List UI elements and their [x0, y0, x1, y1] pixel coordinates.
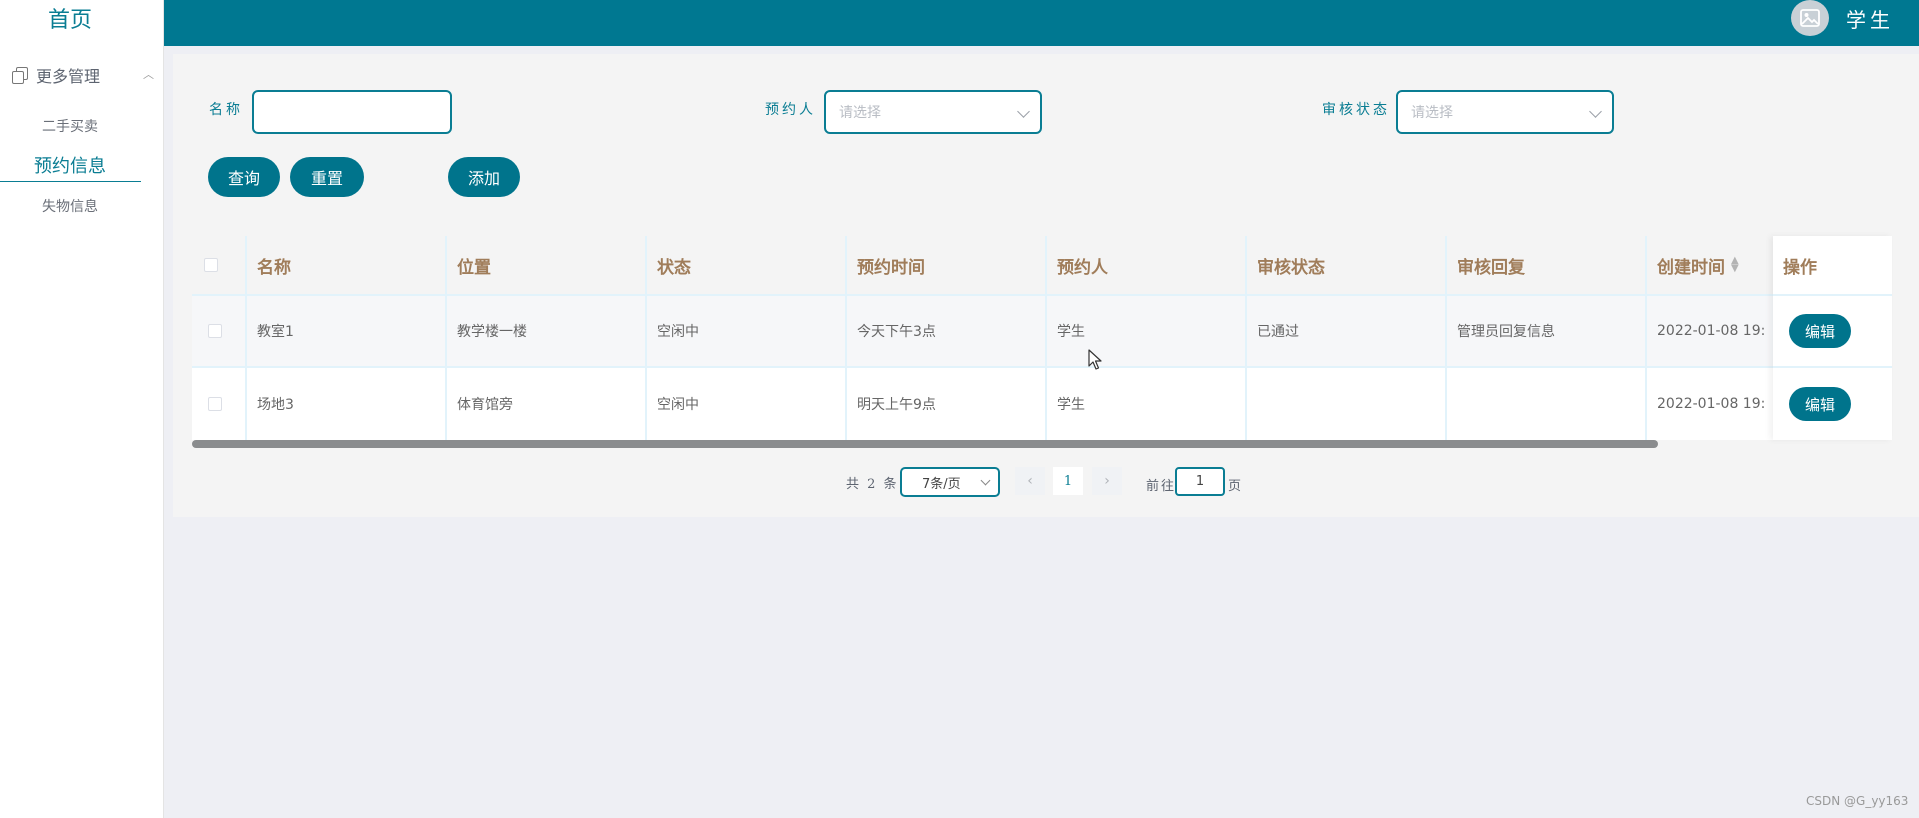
reserver-placeholder: 请选择	[839, 105, 881, 121]
active-indicator	[0, 181, 141, 182]
edit-button[interactable]: 编辑	[1789, 387, 1851, 421]
page-number[interactable]: 1	[1053, 467, 1083, 495]
next-page-button[interactable]: ›	[1092, 467, 1122, 495]
watermark: CSDN @G_yy163	[1806, 794, 1909, 808]
row-checkbox[interactable]	[208, 397, 222, 411]
column-header: 名称	[247, 236, 447, 294]
name-label: 名称	[209, 102, 243, 118]
sidebar: 首页 更多管理 ︿ 二手买卖 预约信息 失物信息	[0, 0, 164, 818]
sidebar-item-reservations[interactable]: 预约信息	[0, 152, 140, 178]
audit-status-select[interactable]: 请选择	[1396, 90, 1614, 134]
cell-name: 场地3	[247, 368, 447, 440]
column-header: 操作	[1773, 236, 1892, 296]
page-size-value: 7条/页	[922, 476, 961, 492]
operation-column: 操作 编辑 编辑	[1773, 236, 1892, 440]
column-header: 审核状态	[1247, 236, 1447, 294]
prev-page-button[interactable]: ‹	[1015, 467, 1045, 495]
column-header: 预约时间	[847, 236, 1047, 294]
table-header: 名称 位置 状态 预约时间 预约人 审核状态 审核回复 创建时间 ▲ ▼	[192, 236, 1892, 296]
sort-icon[interactable]: ▲ ▼	[1731, 256, 1739, 274]
table-row: 教室1 教学楼一楼 空闲中 今天下午3点 学生 已通过 管理员回复信息 2022…	[192, 296, 1892, 368]
copy-icon	[12, 67, 28, 84]
cell-reserver: 学生	[1047, 296, 1247, 366]
mouse-cursor-icon	[1088, 349, 1102, 370]
total-count: 共 2 条	[846, 477, 899, 492]
home-link[interactable]: 首页	[0, 2, 140, 34]
cell-state: 空闲中	[647, 368, 847, 440]
name-input[interactable]	[252, 90, 452, 134]
top-bar	[164, 0, 1919, 46]
menu-group-label: 更多管理	[36, 67, 101, 86]
row-check-cell	[192, 296, 247, 366]
column-header: 状态	[647, 236, 847, 294]
column-header: 预约人	[1047, 236, 1247, 294]
image-icon	[1800, 9, 1820, 27]
goto-page-input[interactable]: 1	[1175, 467, 1225, 496]
cell-audit	[1247, 368, 1447, 440]
chevron-up-icon: ︿	[143, 68, 154, 81]
page-suffix: 页	[1228, 479, 1244, 494]
reset-button[interactable]: 重置	[290, 157, 364, 197]
cell-time: 明天上午9点	[847, 368, 1047, 440]
cell-location: 体育馆旁	[447, 368, 647, 440]
chevron-down-icon	[1589, 105, 1602, 118]
cell-reserver: 学生	[1047, 368, 1247, 440]
chevron-down-icon	[1017, 105, 1030, 118]
column-header-label: 创建时间	[1657, 257, 1725, 278]
select-all-checkbox[interactable]	[204, 258, 218, 272]
user-name[interactable]: 学生	[1846, 4, 1894, 33]
reserver-select[interactable]: 请选择	[824, 90, 1042, 134]
add-button[interactable]: 添加	[448, 157, 520, 197]
cell-reply: 管理员回复信息	[1447, 296, 1647, 366]
avatar[interactable]	[1791, 0, 1829, 36]
goto-label: 前往	[1146, 479, 1177, 494]
page-size-select[interactable]: 7条/页	[900, 467, 1000, 497]
audit-status-placeholder: 请选择	[1411, 105, 1453, 121]
cell-location: 教学楼一楼	[447, 296, 647, 366]
cell-name: 教室1	[247, 296, 447, 366]
sidebar-item-lost-items[interactable]: 失物信息	[0, 196, 140, 216]
cell-state: 空闲中	[647, 296, 847, 366]
column-header: 审核回复	[1447, 236, 1647, 294]
chevron-down-icon	[980, 475, 991, 486]
sidebar-item-second-hand[interactable]: 二手买卖	[0, 116, 140, 136]
row-checkbox[interactable]	[208, 324, 222, 338]
query-button[interactable]: 查询	[208, 157, 280, 197]
row-check-cell	[192, 368, 247, 440]
op-cell: 编辑	[1773, 368, 1892, 440]
menu-group-more-management[interactable]: 更多管理 ︿	[12, 62, 154, 88]
cell-time: 今天下午3点	[847, 296, 1047, 366]
cell-reply	[1447, 368, 1647, 440]
reserver-label: 预约人	[765, 102, 816, 118]
cell-audit: 已通过	[1247, 296, 1447, 366]
op-cell: 编辑	[1773, 296, 1892, 368]
audit-status-label: 审核状态	[1322, 102, 1390, 118]
edit-button[interactable]: 编辑	[1789, 314, 1851, 348]
table-row: 场地3 体育馆旁 空闲中 明天上午9点 学生 2022-01-08 19:	[192, 368, 1892, 440]
column-header: 位置	[447, 236, 647, 294]
select-all-cell	[192, 236, 247, 294]
horizontal-scrollbar[interactable]	[192, 440, 1658, 448]
